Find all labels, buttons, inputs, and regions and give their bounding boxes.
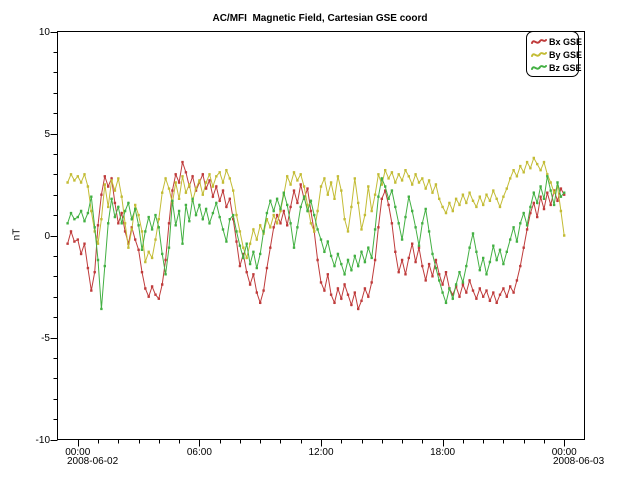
chart-figure: 1050-5-1000:0006:0012:0018:0000:00 AC/MF… xyxy=(0,0,640,480)
y-axis-label: nT xyxy=(11,229,22,241)
legend-box: Bx GSE By GSE Bz GSE xyxy=(526,31,579,77)
legend-item-bz: Bz GSE xyxy=(531,61,577,74)
y-tick-label: 10 xyxy=(39,27,51,38)
x-axis-end-date: 2008-06-03 xyxy=(553,456,604,467)
series-markers-bx xyxy=(66,161,565,310)
y-tick-label: 5 xyxy=(44,129,50,140)
bz-series-line-icon xyxy=(531,63,547,73)
bx-series-line-icon xyxy=(531,37,547,47)
x-tick-label: 06:00 xyxy=(187,447,212,458)
chart-title: AC/MFI Magnetic Field, Cartesian GSE coo… xyxy=(0,13,640,24)
x-tick-label: 12:00 xyxy=(308,447,333,458)
y-tick-label: -5 xyxy=(41,333,50,344)
x-tick-label: 18:00 xyxy=(430,447,455,458)
by-series-line-icon xyxy=(531,50,547,60)
y-tick-label: 0 xyxy=(44,231,50,242)
x-axis-start-date: 2008-06-02 xyxy=(67,456,118,467)
x-axis-ticks xyxy=(79,440,565,447)
legend-label-bx: Bx GSE xyxy=(549,37,582,47)
plot-frame xyxy=(58,32,585,440)
legend-label-bz: Bz GSE xyxy=(549,63,582,73)
legend-label-by: By GSE xyxy=(549,50,582,60)
legend-item-bx: Bx GSE xyxy=(531,35,577,48)
legend-item-by: By GSE xyxy=(531,48,577,61)
y-axis-ticks xyxy=(51,33,58,441)
y-tick-label: -10 xyxy=(36,435,51,446)
